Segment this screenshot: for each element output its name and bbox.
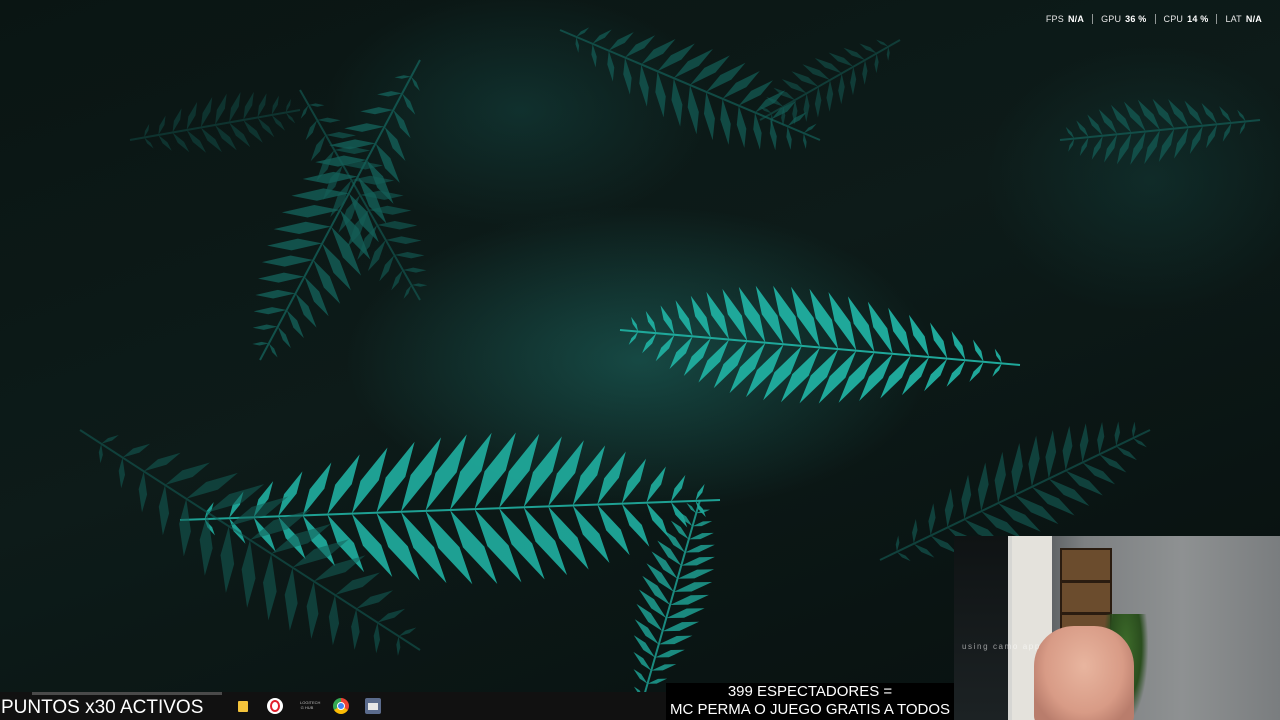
points-active-text: PUNTOS x30 ACTIVOS bbox=[1, 697, 204, 718]
reward-text: MC PERMA O JUEGO GRATIS A TODOS bbox=[669, 701, 951, 718]
fps-label: FPS bbox=[1045, 14, 1064, 24]
webcam-window-background bbox=[954, 536, 1008, 720]
lat-value: N/A bbox=[1245, 14, 1262, 24]
viewers-goal-banner: 399 ESPECTADORES = MC PERMA O JUEGO GRAT… bbox=[666, 683, 954, 720]
webcam-watermark: using camo app bbox=[962, 642, 1041, 651]
gpu-label: GPU bbox=[1101, 14, 1122, 24]
shelf-board bbox=[1062, 612, 1110, 615]
cpu-metric: CPU 14 % bbox=[1154, 14, 1217, 24]
cpu-label: CPU bbox=[1163, 14, 1184, 24]
logitech-icon-label: LOGITECH G HUB bbox=[300, 700, 321, 710]
shelf-board bbox=[1062, 580, 1110, 583]
lat-label: LAT bbox=[1225, 14, 1242, 24]
gpu-metric: GPU 36 % bbox=[1092, 14, 1154, 24]
chrome-icon[interactable] bbox=[333, 698, 349, 714]
fps-metric: FPS N/A bbox=[1038, 14, 1092, 24]
logitech-icon[interactable]: LOGITECH G HUB bbox=[300, 700, 321, 712]
cpu-value: 14 % bbox=[1187, 14, 1209, 24]
file-explorer-icon[interactable] bbox=[238, 701, 248, 712]
gpu-value: 36 % bbox=[1125, 14, 1147, 24]
store-icon[interactable] bbox=[365, 698, 381, 714]
viewers-count-text: 399 ESPECTADORES = bbox=[727, 683, 893, 700]
webcam-overlay: using camo app bbox=[954, 536, 1280, 720]
webcam-gaming-chair bbox=[1034, 626, 1134, 720]
fps-value: N/A bbox=[1067, 14, 1085, 24]
lat-metric: LAT N/A bbox=[1216, 14, 1270, 24]
taskbar-progress-line bbox=[32, 692, 222, 695]
performance-overlay: FPS N/A GPU 36 % CPU 14 % LAT N/A bbox=[1038, 12, 1270, 26]
opera-icon[interactable] bbox=[267, 698, 283, 714]
